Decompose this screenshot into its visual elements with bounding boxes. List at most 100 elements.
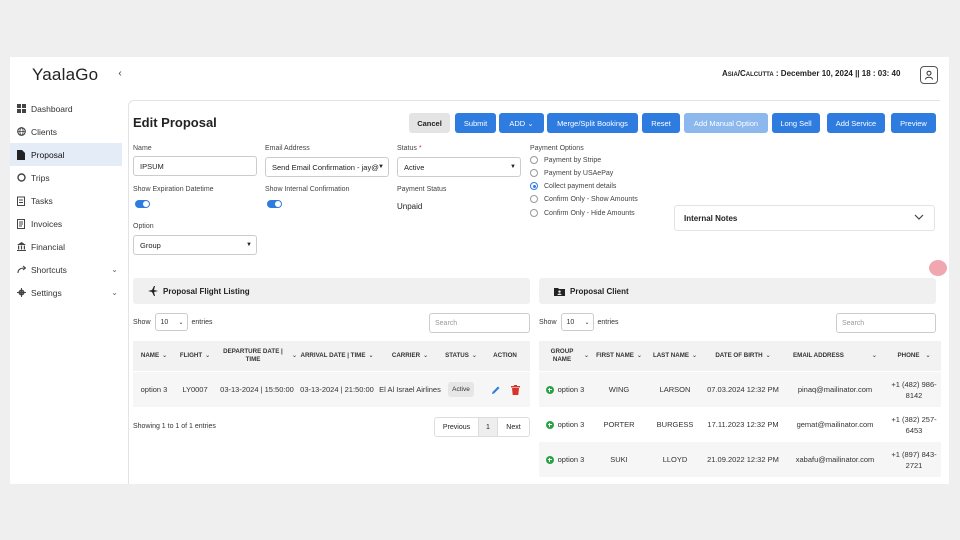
col-label: ACTION [493,352,517,359]
expand-row-icon[interactable] [545,455,554,464]
user-menu-button[interactable] [920,66,938,84]
floating-help-button[interactable] [929,260,947,276]
add-service-button[interactable]: Add Service [827,113,885,133]
sort-icon: ⌄ [205,353,211,359]
col-status[interactable]: STATUS ⌄ [441,341,481,371]
delete-icon[interactable] [510,384,520,395]
cell-group: option 3 [541,407,589,442]
preview-button[interactable]: Preview [891,113,936,133]
col-departure[interactable]: DEPARTURE DATE | TIME ⌄ [217,341,297,371]
radio-button[interactable] [530,195,538,203]
col-phone[interactable]: PHONE ⌄ [889,341,939,371]
payment-status-label: Payment Status [397,186,447,193]
entries-label: entries [191,318,213,326]
sidebar-item-shortcuts[interactable]: Shortcuts ⌄ [10,258,122,281]
radio-button[interactable] [530,209,538,217]
sidebar-item-financial[interactable]: Financial [10,235,122,258]
col-carrier[interactable]: CARRIER ⌄ [379,341,441,371]
flights-search-input[interactable]: Search [429,313,530,333]
cancel-button[interactable]: Cancel [409,113,450,133]
expand-row-icon[interactable] [545,385,554,394]
payment-option-confirm-hide[interactable]: Confirm Only - Hide Amounts [530,209,635,217]
merge-split-button[interactable]: Merge/Split Bookings [547,113,638,133]
edit-icon[interactable] [491,385,501,395]
plane-icon [148,286,158,296]
main-content: Edit Proposal Cancel Submit ADD ⌄ Merge/… [128,100,941,484]
col-dob[interactable]: DATE OF BIRTH ⌄ [705,341,781,371]
cell-phone: +1 (382) 257-6453 [891,414,937,435]
email-select[interactable]: Send Email Confirmation - jay@ ▼ [265,157,389,177]
sidebar-item-settings[interactable]: Settings ⌄ [10,281,122,304]
col-name[interactable]: NAME ⌄ [133,341,175,371]
col-label: FLIGHT [179,352,203,359]
chevron-down-icon: ⌄ [111,265,118,274]
sidebar-item-label: Dashboard [31,103,73,114]
chevron-down-icon: ⌄ [527,118,534,128]
expand-row-icon[interactable] [545,420,554,429]
radio-button[interactable] [530,156,538,164]
entries-label: entries [597,318,619,326]
col-label: ARRIVAL DATE | TIME [300,352,366,359]
previous-button[interactable]: Previous [435,418,479,436]
payment-option-usaepay[interactable]: Payment by USAePay [530,169,613,177]
radio-label: Confirm Only - Show Amounts [544,195,638,203]
clock-display: Asia/Calcutta : December 10, 2024 || 18 … [722,69,900,78]
col-label: DATE OF BIRTH [715,352,763,359]
next-button[interactable]: Next [498,418,529,436]
table-row: option 3 PORTER BURGESS 17.11.2023 12:32… [539,407,941,442]
radio-label: Payment by Stripe [544,156,602,164]
long-sell-button[interactable]: Long Sell [772,113,820,133]
col-last-name[interactable]: LAST NAME ⌄ [647,341,703,371]
folder-user-icon [554,287,565,296]
sidebar-item-dashboard[interactable]: Dashboard [10,97,122,120]
show-internal-label: Show Internal Confirmation [265,186,350,193]
invoice-icon [16,218,26,229]
radio-label: Confirm Only - Hide Amounts [544,209,635,217]
sidebar-item-invoices[interactable]: Invoices [10,212,122,235]
cell-departure: 03-13-2024 | 15:50:00 [220,385,294,394]
show-internal-toggle[interactable] [267,200,282,208]
option-select[interactable]: Group ▼ [133,235,257,255]
collapse-sidebar-icon[interactable]: ‹ [114,68,126,80]
col-label: PHONE [897,352,920,359]
add-dropdown-button[interactable]: ADD ⌄ [499,113,544,133]
col-first-name[interactable]: FIRST NAME ⌄ [591,341,647,371]
status-select[interactable]: Active ▼ [397,157,521,177]
col-flight[interactable]: FLIGHT ⌄ [175,341,215,371]
col-label: CARRIER [391,352,421,359]
show-expiration-toggle[interactable] [135,200,150,208]
payment-option-stripe[interactable]: Payment by Stripe [530,156,601,164]
flights-entries-select[interactable]: 10 ⌄ [154,313,188,331]
radio-button-selected[interactable] [530,182,538,190]
radio-button[interactable] [530,169,538,177]
payment-option-confirm-show[interactable]: Confirm Only - Show Amounts [530,195,638,203]
email-label: Email Address [265,145,310,152]
add-manual-option-button[interactable]: Add Manual Option [684,113,768,133]
page-1-button[interactable]: 1 [479,418,498,436]
cell-first-name: WING [608,385,630,394]
submit-button[interactable]: Submit [455,113,496,133]
clients-search-input[interactable]: Search [836,313,936,333]
sidebar-item-clients[interactable]: Clients [10,120,122,143]
internal-notes-accordion[interactable]: Internal Notes [674,205,935,231]
col-email[interactable]: EMAIL ADDRESS ⌄ [785,341,885,371]
sidebar-item-label: Settings [31,287,62,298]
dropdown-arrow-icon: ▼ [510,164,516,170]
circle-icon [16,173,26,183]
reset-button[interactable]: Reset [642,113,680,133]
sidebar-item-tasks[interactable]: Tasks [10,189,122,212]
col-arrival[interactable]: ARRIVAL DATE | TIME ⌄ [297,341,377,371]
name-field[interactable]: IPSUM [133,156,257,176]
payment-option-collect[interactable]: Collect payment details [530,182,616,190]
gear-icon [16,288,26,298]
col-group-name[interactable]: GROUP NAME ⌄ [543,341,589,371]
name-label: Name [133,145,152,152]
sidebar-item-trips[interactable]: Trips [10,166,122,189]
sidebar-item-proposal[interactable]: Proposal [10,143,122,166]
app-logo[interactable]: YaalaGo [32,65,98,85]
page-title: Edit Proposal [133,115,217,130]
flights-length-control: Show 10 ⌄ entries [133,313,213,331]
show-expiration-label: Show Expiration Datetime [133,186,214,193]
flights-info: Showing 1 to 1 of 1 entries [133,423,216,430]
clients-entries-select[interactable]: 10 ⌄ [560,313,594,331]
